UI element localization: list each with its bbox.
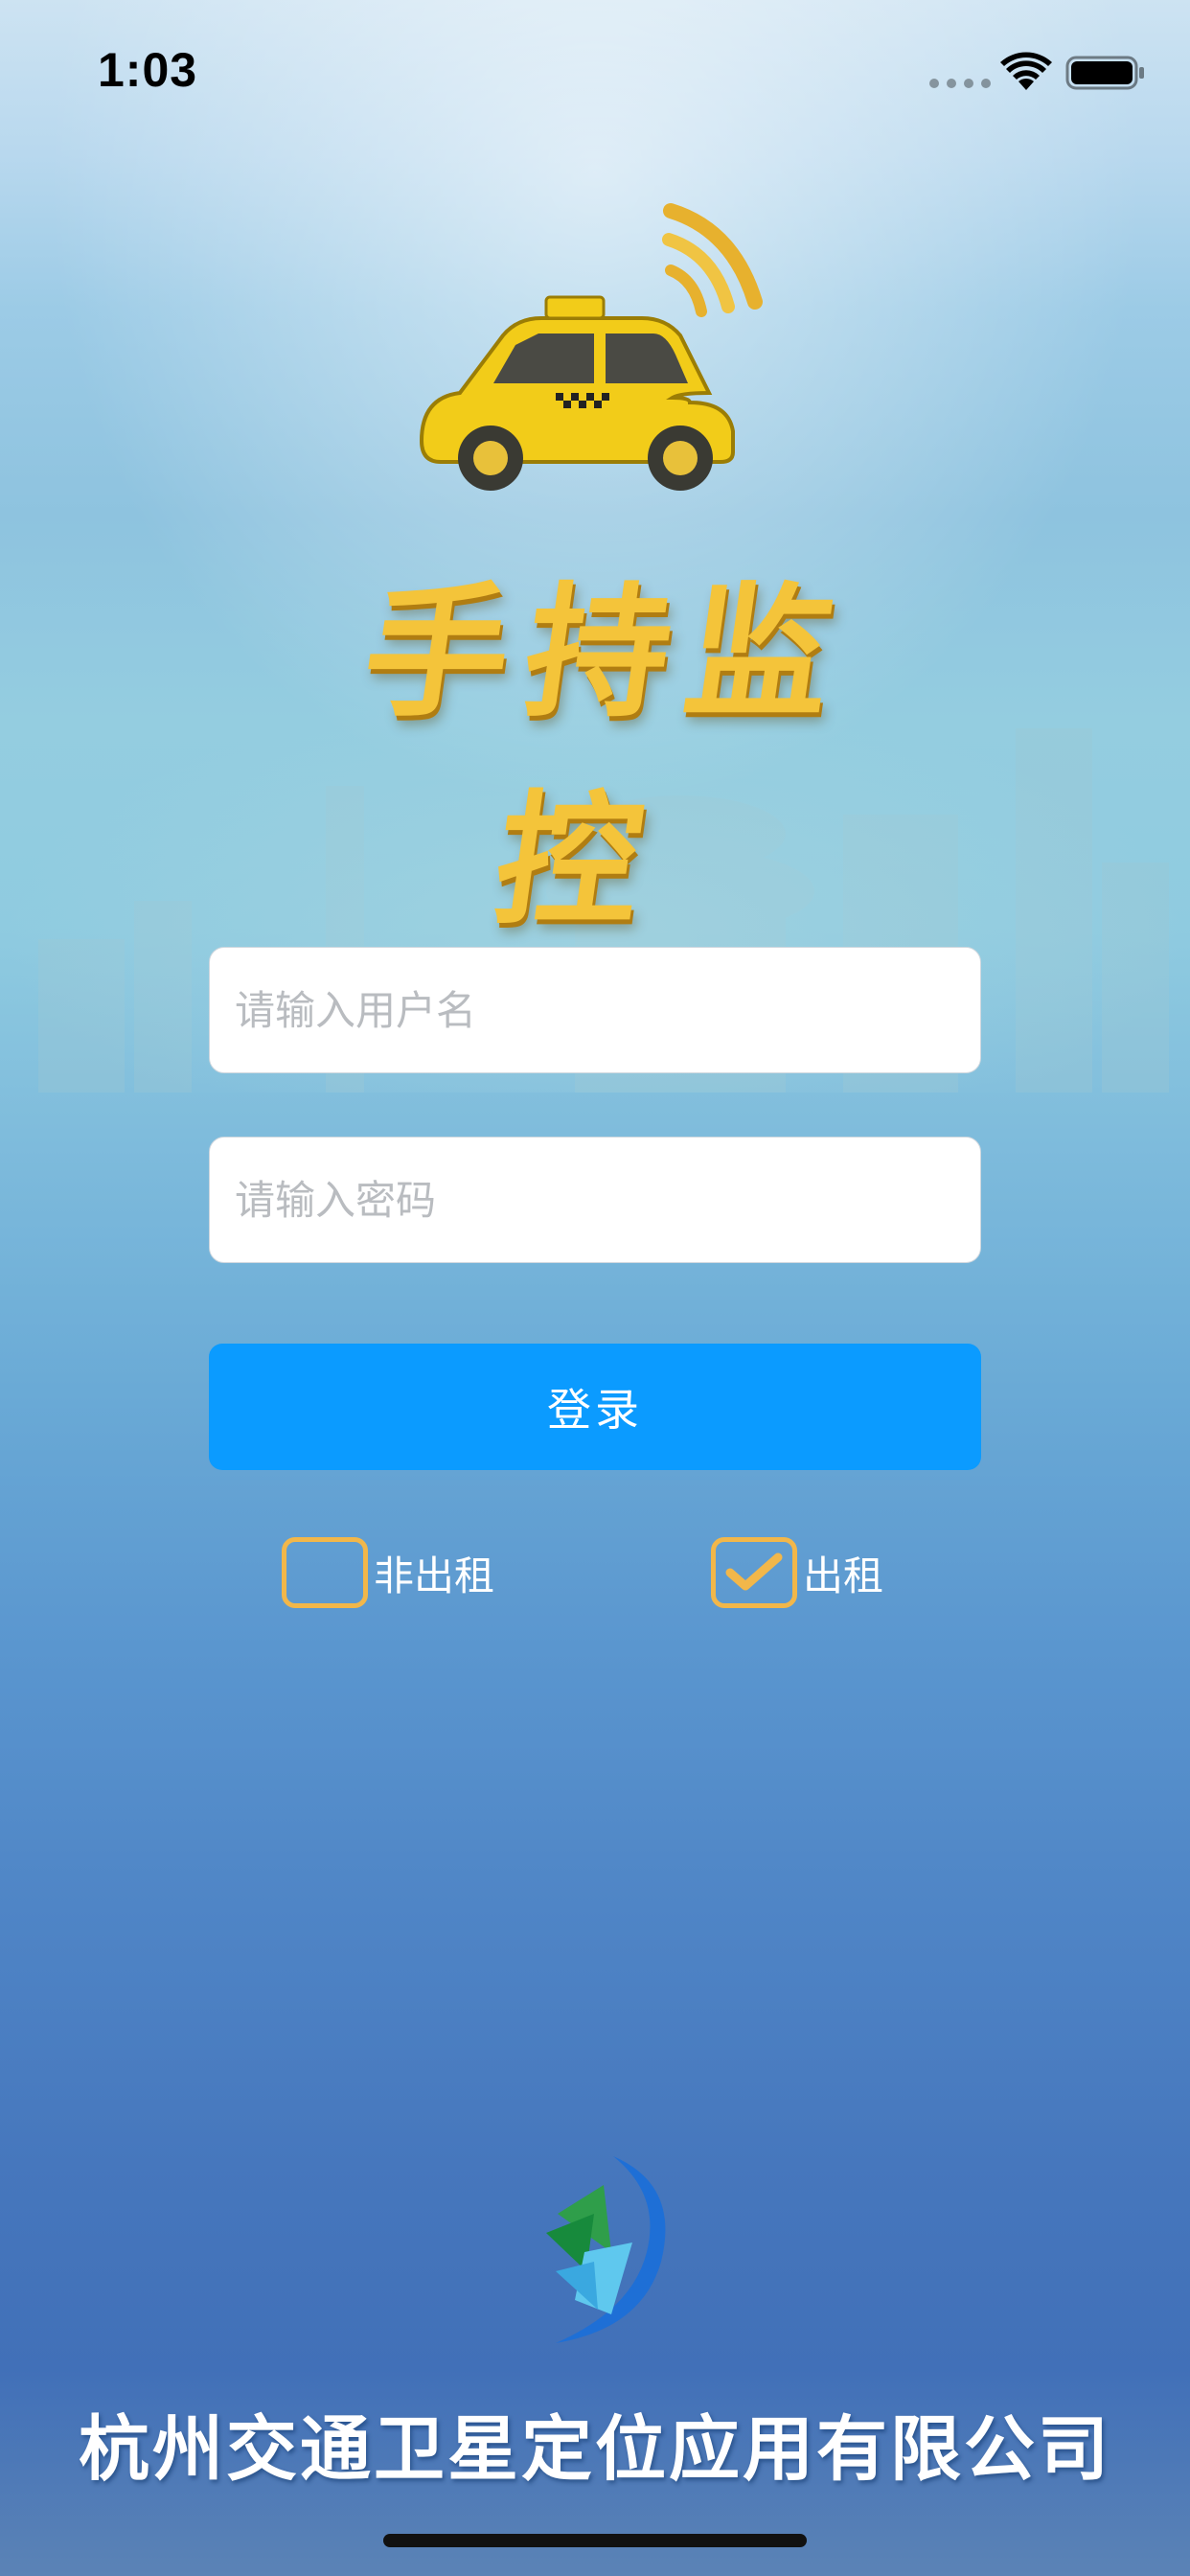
wifi-icon — [1000, 52, 1052, 90]
non-taxi-option[interactable]: 非出租 — [282, 1537, 494, 1608]
checkmark-icon — [725, 1552, 783, 1591]
login-button[interactable]: 登录 — [209, 1344, 981, 1470]
battery-icon — [1065, 56, 1144, 90]
app-title: 手持监控 — [354, 568, 860, 945]
home-indicator[interactable] — [383, 2534, 807, 2547]
status-bar: 1:03 — [0, 0, 1190, 144]
company-name: 杭州交通卫星定位应用有限公司 — [79, 2408, 1111, 2491]
wifi-signal-icon — [662, 203, 763, 317]
taxi-label: 出租 — [803, 1552, 884, 1599]
taxi-icon — [419, 203, 763, 491]
non-taxi-checkbox[interactable] — [282, 1537, 368, 1608]
status-time: 1:03 — [98, 43, 198, 97]
non-taxi-label: 非出租 — [374, 1552, 495, 1599]
cellular-signal-icon — [929, 79, 991, 88]
company-logo-icon — [546, 2156, 666, 2343]
password-input[interactable] — [209, 1137, 981, 1263]
taxi-option[interactable]: 出租 — [711, 1537, 883, 1608]
username-input[interactable] — [209, 947, 981, 1073]
taxi-checkbox[interactable] — [711, 1537, 797, 1608]
